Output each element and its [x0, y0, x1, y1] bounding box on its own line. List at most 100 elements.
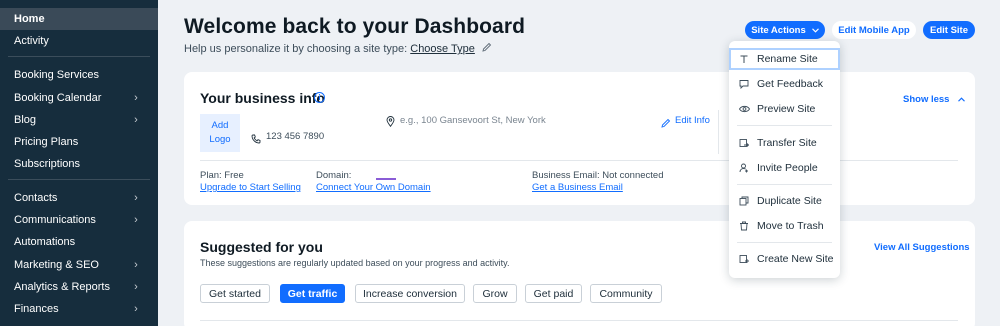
- connect-domain-link[interactable]: Connect Your Own Domain: [316, 182, 431, 193]
- sidebar-item-label: Blog: [14, 114, 37, 126]
- add-logo-button[interactable]: Add Logo: [200, 114, 240, 152]
- menu-divider: [737, 242, 832, 243]
- text-icon: [738, 53, 750, 65]
- sidebar-item-home[interactable]: Home: [0, 8, 158, 30]
- sidebar-item-subscriptions[interactable]: Subscriptions: [0, 153, 158, 175]
- chip-increase-conversion[interactable]: Increase conversion: [355, 284, 465, 303]
- menu-item-label: Create New Site: [757, 253, 834, 265]
- menu-item-invite-people[interactable]: Invite People: [729, 157, 840, 179]
- sidebar-item-label: Analytics & Reports: [14, 281, 110, 293]
- sidebar-item-label: Finances: [14, 303, 59, 315]
- site-actions-button[interactable]: Site Actions: [745, 21, 825, 39]
- sidebar-item-marketing-seo[interactable]: Marketing & SEO ›: [0, 254, 158, 276]
- chevron-down-icon: [811, 27, 819, 33]
- chevron-right-icon: ›: [134, 259, 138, 271]
- show-less-link[interactable]: Show less: [903, 94, 965, 105]
- site-actions-menu: Rename Site Get Feedback Preview Site Tr…: [729, 41, 840, 278]
- chip-get-started[interactable]: Get started: [200, 284, 270, 303]
- menu-item-create-new-site[interactable]: Create New Site: [729, 248, 840, 270]
- get-business-email-link[interactable]: Get a Business Email: [532, 182, 623, 193]
- chevron-right-icon: ›: [134, 114, 138, 126]
- person-add-icon: [738, 162, 750, 174]
- new-site-icon: [738, 253, 750, 265]
- menu-item-rename-site[interactable]: Rename Site: [729, 48, 840, 70]
- domain-highlight: [376, 178, 396, 180]
- show-less-label: Show less: [903, 94, 950, 105]
- menu-item-preview-site[interactable]: Preview Site: [729, 98, 840, 120]
- page-subtitle: Help us personalize it by choosing a sit…: [184, 42, 492, 55]
- sidebar-item-label: Contacts: [14, 192, 58, 204]
- edit-site-button[interactable]: Edit Site: [923, 21, 975, 39]
- info-icon[interactable]: i: [314, 92, 325, 103]
- business-info-title: Your business info: [200, 90, 325, 106]
- chip-grow[interactable]: Grow: [473, 284, 517, 303]
- chevron-right-icon: ›: [134, 281, 138, 293]
- page-title: Welcome back to your Dashboard: [184, 15, 526, 38]
- domain-label: Domain:: [316, 170, 352, 181]
- chat-bubble-icon: [738, 78, 750, 90]
- add-logo-line2: Logo: [209, 134, 231, 145]
- sidebar-item-label: Automations: [14, 236, 76, 248]
- menu-item-label: Preview Site: [757, 103, 816, 115]
- sidebar-item-contacts[interactable]: Contacts ›: [0, 187, 158, 209]
- business-email-label: Business Email: Not connected: [532, 170, 664, 181]
- sidebar-item-analytics-reports[interactable]: Analytics & Reports ›: [0, 276, 158, 298]
- site-actions-label: Site Actions: [751, 24, 806, 36]
- card-divider: [200, 160, 958, 161]
- chip-community[interactable]: Community: [590, 284, 662, 303]
- suggestions-subtitle: These suggestions are regularly updated …: [200, 258, 510, 268]
- sidebar-item-activity[interactable]: Activity: [0, 30, 158, 52]
- menu-item-label: Get Feedback: [757, 78, 823, 90]
- sidebar-item-automations[interactable]: Automations: [0, 231, 158, 253]
- choose-type-link[interactable]: Choose Type: [410, 43, 475, 55]
- menu-divider: [737, 125, 832, 126]
- subtitle-text: Help us personalize it by choosing a sit…: [184, 43, 408, 55]
- menu-item-label: Rename Site: [757, 53, 818, 65]
- phone-number: 123 456 7890: [266, 131, 325, 142]
- add-logo-line1: Add: [211, 120, 229, 131]
- sidebar-item-communications[interactable]: Communications ›: [0, 209, 158, 231]
- pencil-icon[interactable]: [482, 42, 492, 55]
- sidebar: Home Activity Booking Services Booking C…: [0, 0, 158, 326]
- edit-info-link[interactable]: Edit Info: [675, 115, 710, 126]
- sidebar-item-blog[interactable]: Blog ›: [0, 109, 158, 131]
- sidebar-item-label: Subscriptions: [14, 158, 81, 170]
- menu-item-label: Invite People: [757, 162, 818, 174]
- sidebar-item-label: Pricing Plans: [14, 136, 79, 148]
- chip-get-paid[interactable]: Get paid: [525, 284, 582, 303]
- chevron-right-icon: ›: [134, 214, 138, 226]
- sidebar-item-pricing-plans[interactable]: Pricing Plans: [0, 131, 158, 153]
- sidebar-item-label: Booking Services: [14, 69, 99, 81]
- menu-item-label: Transfer Site: [757, 137, 817, 149]
- chevron-up-icon: [958, 94, 965, 105]
- duplicate-icon: [738, 195, 750, 207]
- suggestions-card: [184, 221, 975, 326]
- edit-mobile-app-button[interactable]: Edit Mobile App: [832, 21, 916, 39]
- eye-icon: [738, 103, 750, 115]
- vertical-divider: [718, 110, 719, 154]
- sidebar-divider: [8, 179, 150, 180]
- phone-icon: [251, 131, 261, 149]
- sidebar-item-finances[interactable]: Finances ›: [0, 298, 158, 320]
- edit-pencil-icon[interactable]: [661, 115, 671, 133]
- sidebar-divider: [8, 56, 150, 57]
- upgrade-link[interactable]: Upgrade to Start Selling: [200, 182, 301, 193]
- chip-get-traffic[interactable]: Get traffic: [280, 284, 345, 303]
- chevron-right-icon: ›: [134, 92, 138, 104]
- menu-item-move-to-trash[interactable]: Move to Trash: [729, 215, 840, 237]
- sidebar-item-label: Communications: [14, 214, 96, 226]
- location-pin-icon: [386, 114, 395, 132]
- view-all-suggestions-link[interactable]: View All Suggestions: [874, 242, 970, 253]
- plan-label: Plan: Free: [200, 170, 244, 181]
- sidebar-item-label: Activity: [14, 35, 49, 47]
- sidebar-item-label: Marketing & SEO: [14, 259, 99, 271]
- menu-item-get-feedback[interactable]: Get Feedback: [729, 73, 840, 95]
- trash-icon: [738, 220, 750, 232]
- menu-item-duplicate-site[interactable]: Duplicate Site: [729, 190, 840, 212]
- address-placeholder[interactable]: e.g., 100 Gansevoort St, New York: [400, 115, 546, 126]
- menu-divider: [737, 184, 832, 185]
- transfer-icon: [738, 137, 750, 149]
- sidebar-item-booking-services[interactable]: Booking Services: [0, 64, 158, 86]
- sidebar-item-booking-calendar[interactable]: Booking Calendar ›: [0, 87, 158, 109]
- menu-item-transfer-site[interactable]: Transfer Site: [729, 132, 840, 154]
